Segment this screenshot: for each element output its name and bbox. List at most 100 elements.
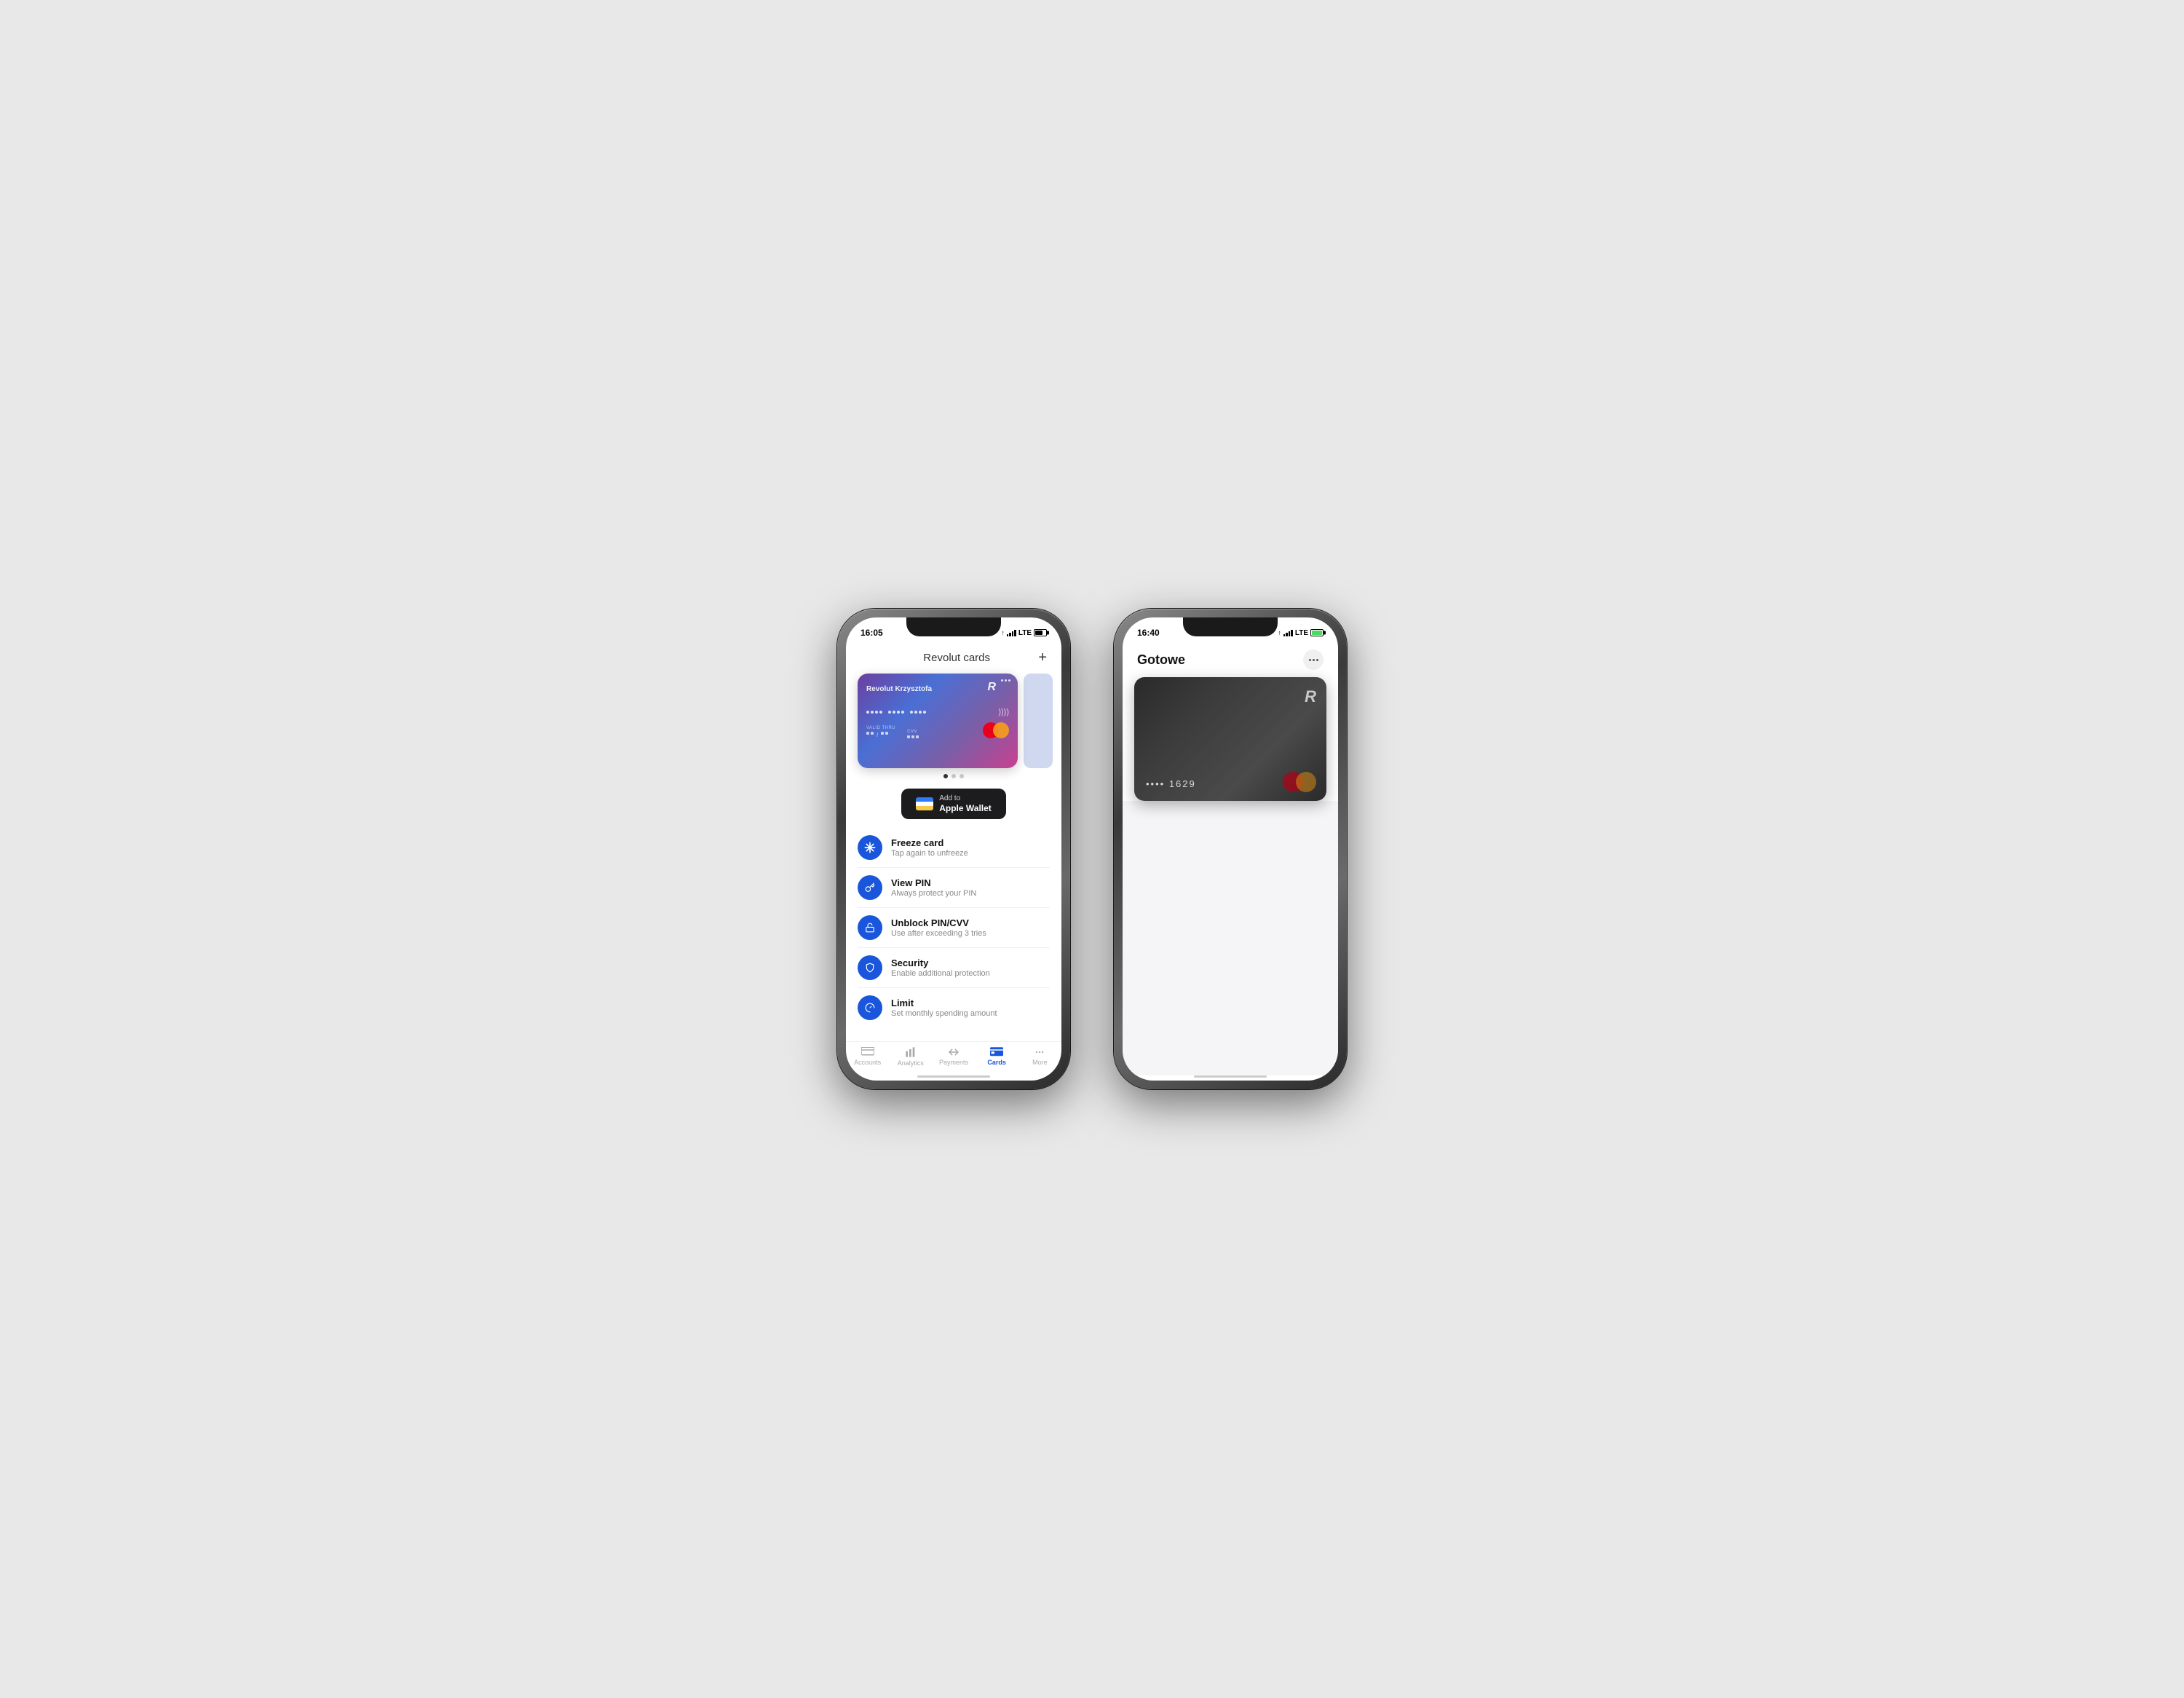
nav-more-label: More [1032, 1059, 1048, 1066]
phone2-empty-content [1123, 801, 1338, 1075]
home-indicator-1 [917, 1075, 990, 1078]
notch-2 [1183, 617, 1278, 636]
freeze-subtitle: Tap again to unfreeze [891, 849, 968, 858]
card-bottom-row: VALID THRU / CVV [866, 722, 1009, 738]
page-title-1: Revolut cards [875, 652, 1038, 664]
key-icon [865, 882, 875, 893]
apple-wallet-add-label: Add to [939, 794, 992, 803]
gauge-icon [865, 1003, 875, 1013]
cvv-label: CVV [907, 730, 919, 734]
limit-title: Limit [891, 998, 997, 1008]
lock-open-icon [865, 923, 875, 933]
menu-item-security[interactable]: Security Enable additional protection [846, 948, 1061, 987]
cd2 [871, 711, 874, 714]
valid-thru-section: VALID THRU / [866, 726, 895, 738]
cd9 [910, 711, 913, 714]
signal-bars-1 [1007, 629, 1016, 636]
nav-payments[interactable]: Payments [938, 1047, 970, 1066]
nav-more[interactable]: More [1024, 1047, 1056, 1066]
cd12 [923, 711, 926, 714]
cd8 [901, 711, 904, 714]
battery-icon-2 [1310, 629, 1324, 636]
signal-bar-2 [1009, 633, 1011, 636]
accounts-icon [861, 1047, 874, 1057]
menu-item-freeze[interactable]: Freeze card Tap again to unfreeze [846, 828, 1061, 867]
battery-fill-2 [1312, 631, 1322, 635]
nfc-icon: )))) [998, 708, 1009, 716]
card-num-block-1 [866, 711, 882, 714]
dot-3 [1008, 679, 1010, 682]
payments-icon [947, 1047, 960, 1057]
dark-card-number: •••• 1629 [1146, 778, 1196, 789]
signal-bars-2 [1283, 629, 1293, 636]
cvv-value [907, 735, 919, 738]
unblock-icon-circle [858, 915, 882, 940]
apple-wallet-main-label: Apple Wallet [939, 803, 992, 813]
screen-content-2: Gotowe R •••• 1629 [1123, 644, 1338, 1081]
card-carousel: R Revolut Krzysztofa [846, 674, 1061, 768]
freeze-icon [864, 842, 876, 853]
freeze-icon-circle [858, 835, 882, 860]
signal-bar-8 [1291, 630, 1293, 636]
apple-wallet-button[interactable]: Add to Apple Wallet [901, 789, 1006, 819]
nav-payments-label: Payments [939, 1059, 968, 1066]
notch-1 [906, 617, 1001, 636]
menu-item-limit[interactable]: Limit Set monthly spending amount [846, 988, 1061, 1027]
indicator-1 [943, 774, 948, 778]
mastercard-logo [983, 722, 1009, 738]
menu-list: Freeze card Tap again to unfreeze View P… [846, 828, 1061, 1041]
card-menu-dots[interactable] [1001, 679, 1010, 682]
status-time-1: 16:05 [860, 628, 883, 638]
pin-subtitle: Always protect your PIN [891, 889, 976, 898]
nav-analytics[interactable]: Analytics [895, 1046, 927, 1067]
dot-2 [1005, 679, 1007, 682]
security-icon-circle [858, 955, 882, 980]
phone-2: 16:40 ↑ LTE Gotowe [1114, 609, 1347, 1089]
arrow-icon-2: ↑ [1278, 629, 1281, 636]
menu-item-unblock[interactable]: Unblock PIN/CVV Use after exceeding 3 tr… [846, 908, 1061, 947]
dot-menu-3 [1316, 659, 1318, 661]
mc-orange-circle [993, 722, 1009, 738]
cvd2 [911, 735, 914, 738]
card-r-logo: R [987, 681, 996, 694]
dark-card[interactable]: R •••• 1629 [1134, 677, 1326, 801]
dark-card-r-logo: R [1305, 687, 1316, 706]
vd3 [881, 732, 884, 735]
card-indicators [846, 774, 1061, 778]
home-indicator-2 [1194, 1075, 1267, 1078]
nav-accounts[interactable]: Accounts [852, 1047, 884, 1066]
status-right-2: ↑ LTE [1278, 629, 1324, 637]
cd7 [897, 711, 900, 714]
vd2 [871, 732, 874, 735]
main-card[interactable]: R Revolut Krzysztofa [858, 674, 1018, 768]
page-title-2: Gotowe [1137, 652, 1185, 668]
cd1 [866, 711, 869, 714]
freeze-text-block: Freeze card Tap again to unfreeze [891, 837, 968, 858]
nav-analytics-label: Analytics [898, 1059, 924, 1067]
cd11 [919, 711, 922, 714]
freeze-title: Freeze card [891, 837, 968, 848]
secondary-card[interactable] [1024, 674, 1053, 768]
menu-item-pin[interactable]: View PIN Always protect your PIN [846, 868, 1061, 907]
cd10 [914, 711, 917, 714]
card-number-row: )))) [866, 708, 1009, 716]
more-menu-button[interactable] [1303, 649, 1324, 670]
battery-fill-1 [1035, 631, 1042, 635]
more-icon [1033, 1047, 1046, 1057]
dark-mc-orange-circle [1296, 772, 1316, 792]
cd6 [893, 711, 895, 714]
add-card-button[interactable]: + [1038, 649, 1047, 666]
security-title: Security [891, 957, 990, 968]
signal-bar-6 [1286, 633, 1288, 636]
cvd3 [916, 735, 919, 738]
indicator-2 [951, 774, 956, 778]
nav-cards-label: Cards [987, 1059, 1006, 1066]
shield-icon [865, 963, 875, 973]
wallet-icon [916, 797, 933, 810]
nav-cards[interactable]: Cards [981, 1047, 1013, 1066]
analytics-icon [905, 1046, 917, 1058]
cvv-section: CVV [907, 730, 919, 738]
pin-text-block: View PIN Always protect your PIN [891, 877, 976, 898]
cd4 [879, 711, 882, 714]
limit-subtitle: Set monthly spending amount [891, 1009, 997, 1018]
